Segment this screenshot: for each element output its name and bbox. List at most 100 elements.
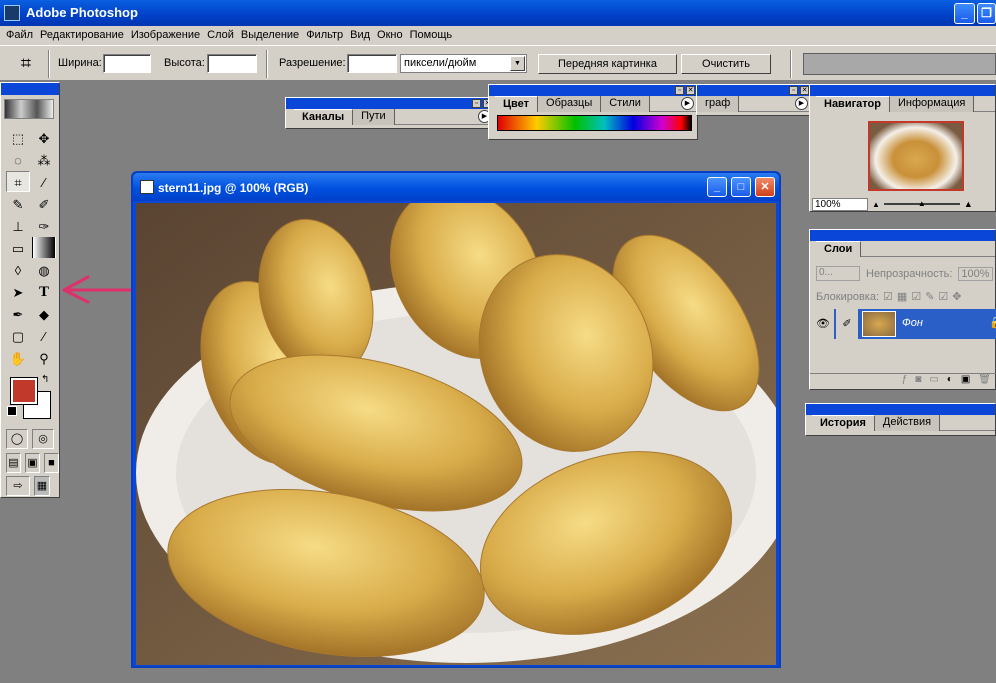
doc-close-button[interactable]: ✕ [755, 177, 775, 197]
healing-brush-tool-icon[interactable]: ✎ [6, 193, 30, 214]
crop-tool-icon[interactable]: ⌗ [6, 171, 30, 192]
zoom-tool-icon[interactable]: ⚲ [32, 347, 56, 368]
standard-screen-mode-icon[interactable]: ▤ [6, 453, 21, 473]
gradient-tool-icon[interactable] [32, 237, 56, 258]
opacity-value[interactable]: 100% [958, 266, 993, 281]
zoom-out-icon[interactable]: ▲ [872, 200, 880, 209]
foreground-color-swatch[interactable] [10, 377, 38, 405]
menu-filter[interactable]: Фильтр [304, 26, 348, 45]
imageready-icon[interactable]: ▦ [34, 476, 50, 496]
lasso-tool-icon[interactable]: ◌ [6, 149, 30, 170]
brush-link-icon[interactable]: ✐ [836, 309, 858, 339]
tab-styles[interactable]: Стили [601, 96, 650, 112]
menu-view[interactable]: Вид [348, 26, 375, 45]
doc-maximize-button[interactable]: □ [731, 177, 751, 197]
panel-title-bar[interactable]: ▫✕ [697, 85, 811, 96]
restore-button[interactable]: ❐ [977, 3, 996, 24]
width-input[interactable] [103, 54, 151, 73]
tab-layers[interactable]: Слои [816, 241, 862, 257]
tab-info[interactable]: Информация [889, 96, 975, 112]
dodge-tool-icon[interactable]: ◍ [32, 259, 56, 280]
panel-menu-icon[interactable]: ▶ [681, 97, 694, 110]
brush-tool-icon[interactable]: ✐ [32, 193, 56, 214]
clone-stamp-tool-icon[interactable]: ⊥ [6, 215, 30, 236]
tab-channels[interactable]: Каналы [294, 109, 354, 125]
hand-tool-icon[interactable]: ✋ [6, 347, 30, 368]
document-title-bar[interactable]: stern11.jpg @ 100% (RGB) _ □ ✕ [133, 173, 779, 201]
panel-title-bar[interactable]: ▫✕ [489, 85, 697, 96]
color-ramp[interactable] [497, 115, 692, 131]
menu-layer[interactable]: Слой [205, 26, 239, 45]
panel-title-bar[interactable] [810, 85, 995, 96]
minimize-icon[interactable]: ▫ [675, 86, 684, 95]
full-screen-mode-icon[interactable]: ■ [44, 453, 59, 473]
standard-mode-icon[interactable]: ◯ [6, 429, 28, 449]
layer-style-icon[interactable]: ƒ [902, 374, 908, 389]
tab-history[interactable]: История [812, 415, 875, 431]
minimize-icon[interactable]: ▫ [472, 99, 481, 108]
swap-colors-icon[interactable]: ↰ [41, 374, 49, 385]
history-brush-tool-icon[interactable]: ✑ [32, 215, 56, 236]
tab-swatches[interactable]: Образцы [538, 96, 602, 112]
menu-help[interactable]: Помощь [408, 26, 458, 45]
add-mask-icon[interactable]: ◙ [915, 374, 921, 389]
new-set-icon[interactable]: ▭ [929, 374, 938, 389]
eye-icon[interactable]: 👁 [812, 309, 834, 339]
panel-title-bar[interactable] [810, 230, 995, 241]
tab-navigator[interactable]: Навигатор [816, 96, 890, 112]
menu-select[interactable]: Выделение [239, 26, 304, 45]
tab-color[interactable]: Цвет [495, 96, 539, 112]
resolution-input[interactable] [347, 54, 397, 73]
close-icon[interactable]: ✕ [686, 86, 695, 95]
trash-icon[interactable]: 🗑 [978, 374, 991, 389]
custom-shape-tool-icon[interactable]: ◆ [32, 303, 56, 324]
clear-button[interactable]: Очистить [681, 54, 771, 74]
path-selection-tool-icon[interactable]: ➤ [6, 281, 30, 302]
magic-wand-tool-icon[interactable]: ⁂ [32, 149, 56, 170]
tab-actions[interactable]: Действия [874, 415, 941, 431]
tab-paragraph[interactable]: граф [697, 96, 740, 112]
marquee-tool-icon[interactable]: ⬚ [6, 127, 30, 148]
blend-mode-select[interactable]: 0... [816, 266, 860, 281]
zoom-slider[interactable]: ▲ [883, 199, 960, 208]
close-icon[interactable]: ✕ [800, 86, 809, 95]
new-layer-icon[interactable]: ▣ [961, 374, 970, 389]
eraser-tool-icon[interactable]: ▭ [6, 237, 30, 258]
eyedropper-tool-icon[interactable]: ⁄ [32, 325, 56, 346]
resolution-units-select[interactable]: пиксели/дюйм ▼ [400, 54, 527, 73]
menu-image[interactable]: Изображение [129, 26, 205, 45]
image-canvas[interactable] [136, 203, 776, 665]
layer-row-background[interactable]: 👁 ✐ Фон 🔒 [812, 309, 996, 339]
menu-window[interactable]: Окно [375, 26, 408, 45]
tab-paths[interactable]: Пути [353, 109, 395, 125]
panel-menu-icon[interactable]: ▶ [795, 97, 808, 110]
slice-tool-icon[interactable]: ∕ [32, 171, 56, 192]
slider-thumb-icon[interactable]: ▲ [918, 199, 926, 208]
lock-position-checkbox[interactable]: ☑ [938, 290, 948, 303]
lock-transparency-checkbox[interactable]: ☑ [883, 290, 893, 303]
quick-mask-mode-icon[interactable]: ◎ [32, 429, 54, 449]
minimize-icon[interactable]: ▫ [789, 86, 798, 95]
doc-minimize-button[interactable]: _ [707, 177, 727, 197]
height-input[interactable] [207, 54, 257, 73]
minimize-button[interactable]: _ [954, 3, 975, 24]
notes-tool-icon[interactable]: ▢ [6, 325, 30, 346]
panel-title-bar[interactable]: ▫✕ [286, 98, 494, 109]
full-screen-menu-mode-icon[interactable]: ▣ [25, 453, 40, 473]
zoom-in-icon[interactable]: ▲ [964, 199, 973, 209]
zoom-value-field[interactable]: 100% [812, 197, 868, 211]
layer-name[interactable]: Фон [902, 317, 923, 329]
adjustment-layer-icon[interactable]: ◐ [947, 374, 953, 389]
menu-edit[interactable]: Редактирование [38, 26, 129, 45]
blur-tool-icon[interactable]: ◊ [6, 259, 30, 280]
panel-title-bar[interactable] [806, 404, 995, 415]
lock-image-checkbox[interactable]: ☑ [911, 290, 921, 303]
toolbox-title-bar[interactable] [1, 83, 59, 95]
adobe-online-logo[interactable] [4, 99, 54, 119]
default-colors-icon[interactable] [7, 406, 17, 416]
front-image-button[interactable]: Передняя картинка [538, 54, 677, 74]
pen-tool-icon[interactable]: ✒ [6, 303, 30, 324]
crop-preset-icon[interactable]: ⌗ [8, 51, 44, 77]
navigator-preview[interactable] [868, 121, 964, 191]
jump-to-imageready-icon[interactable]: ⇨ [6, 476, 30, 496]
